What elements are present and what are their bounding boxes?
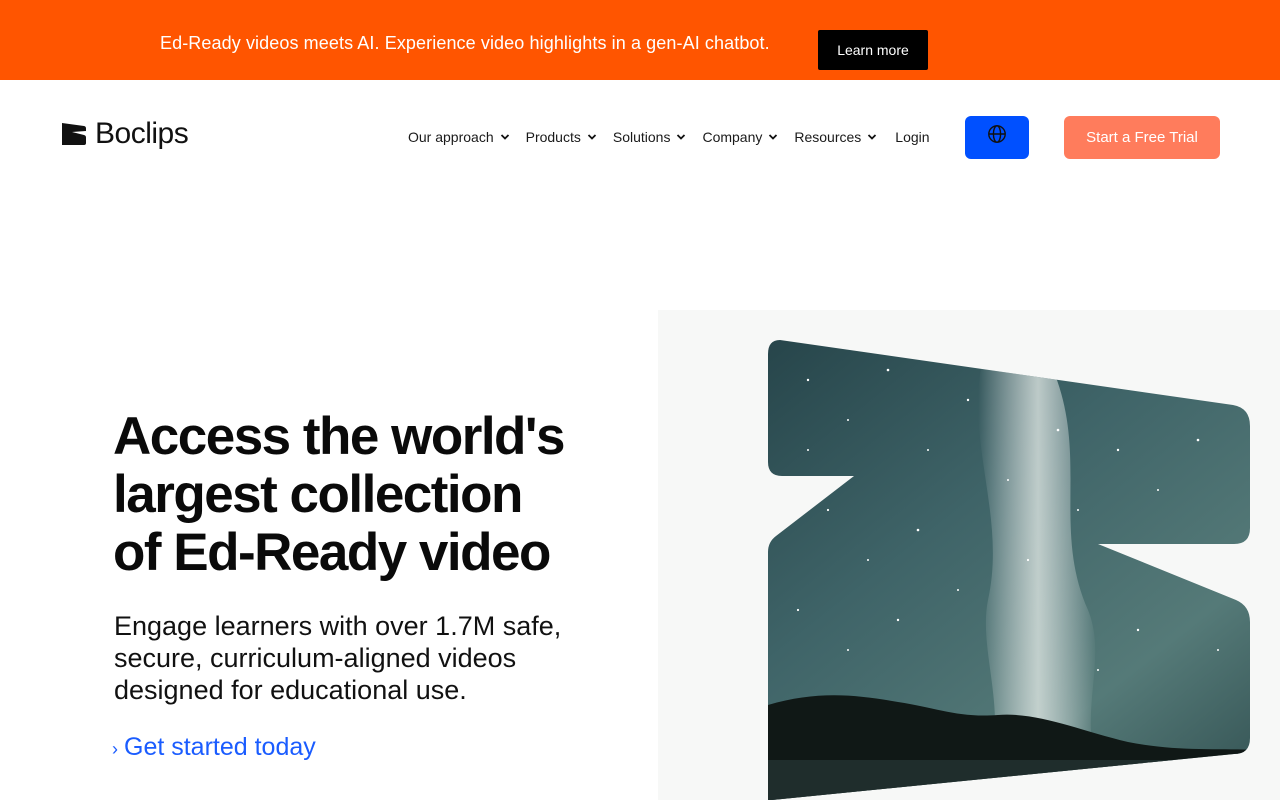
hero-title-line: largest collection (113, 465, 523, 524)
nav-products[interactable]: Products (526, 129, 597, 145)
nav-label: Resources (794, 129, 862, 145)
nav-our-approach[interactable]: Our approach (408, 129, 510, 145)
chevron-down-icon (769, 134, 778, 140)
chevron-right-icon: › (112, 739, 118, 759)
hero-title: Access the world's largest collection of… (113, 408, 633, 582)
boclips-logo[interactable]: Boclips (60, 117, 189, 151)
hero-subtitle: Engage learners with over 1.7M safe, sec… (114, 610, 584, 706)
nav-solutions[interactable]: Solutions (613, 129, 687, 145)
chevron-down-icon (500, 134, 509, 140)
hero-image (658, 310, 1280, 800)
chevron-down-icon (677, 134, 686, 140)
nav-label: Our approach (408, 129, 494, 145)
hero-subtitle-line: secure, curriculum-aligned videos (114, 643, 517, 673)
nav-resources[interactable]: Resources (794, 129, 877, 145)
hero-title-line: of Ed-Ready video (113, 523, 551, 582)
chevron-down-icon (587, 134, 596, 140)
logo-text: Boclips (95, 117, 189, 150)
get-started-label: Get started today (124, 733, 316, 761)
nav-label: Solutions (612, 129, 671, 145)
language-button[interactable] (965, 116, 1029, 159)
chevron-down-icon (868, 134, 877, 140)
start-free-trial-button[interactable]: Start a Free Trial (1064, 116, 1220, 159)
nav-company[interactable]: Company (702, 129, 778, 145)
hero-subtitle-line: designed for educational use. (114, 675, 467, 705)
banner-text: Ed-Ready videos meets AI. Experience vid… (160, 33, 770, 53)
announcement-banner: Ed-Ready videos meets AI. Experience vid… (0, 0, 1280, 80)
nav-label: Products (525, 129, 581, 145)
boclips-logo-icon (62, 123, 86, 145)
milky-way-image (658, 310, 1280, 800)
login-link[interactable]: Login (895, 129, 929, 145)
hero-title-line: Access the world's (113, 407, 566, 466)
get-started-link[interactable]: › Get started today (112, 733, 316, 762)
globe-icon (988, 124, 1006, 143)
main-nav: Our approach Products Solutions Company … (408, 127, 930, 147)
nav-label: Company (702, 129, 763, 145)
learn-more-button[interactable]: Learn more (818, 30, 928, 70)
hero-subtitle-line: Engage learners with over 1.7M safe, (114, 611, 562, 641)
